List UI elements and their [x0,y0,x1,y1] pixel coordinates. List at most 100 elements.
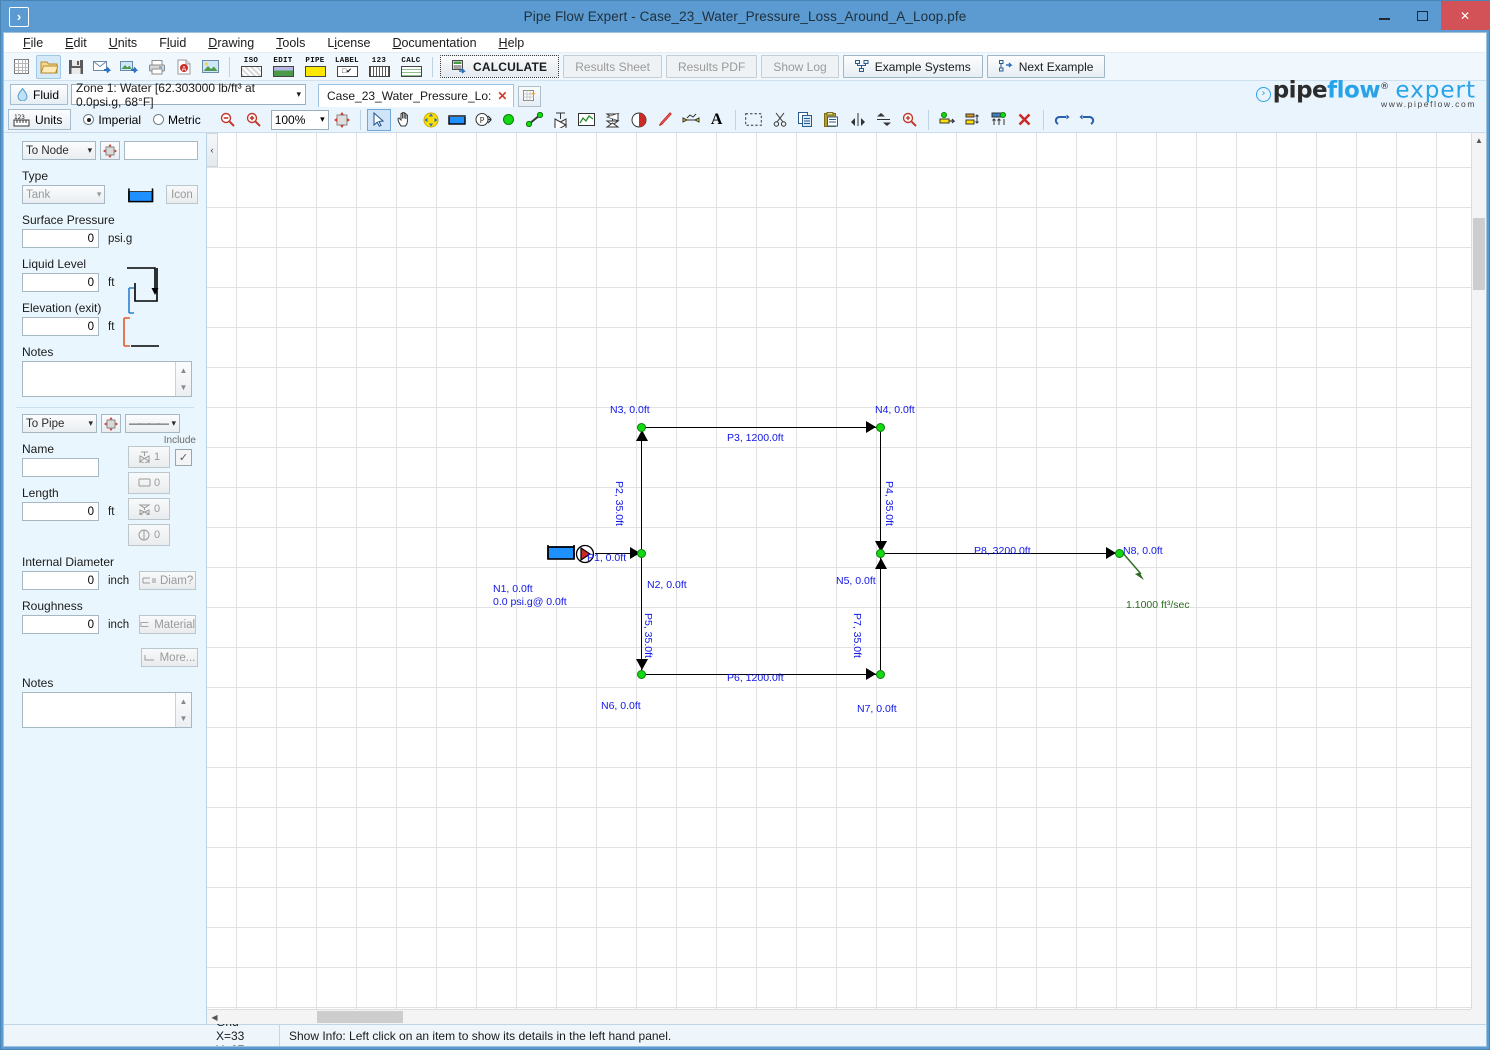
units-button[interactable]: 123 Units [8,109,72,130]
close-button[interactable]: ✕ [1441,1,1489,30]
length-input[interactable]: 0 [22,502,99,521]
more-button[interactable]: More... [141,648,198,667]
results-pdf-button[interactable]: Results PDF [665,55,758,78]
menu-drawing[interactable]: Drawing [197,34,265,52]
save-disk-icon[interactable] [63,55,88,79]
email-icon[interactable] [90,55,115,79]
align-vertical-icon[interactable] [987,109,1011,131]
pencil-icon[interactable] [653,109,677,131]
iso-icon[interactable]: ISO [237,55,265,79]
horizontal-scrollbar[interactable]: ◀ [207,1009,1471,1024]
components-counter[interactable]: 0 [128,472,170,494]
pipe-line-p2[interactable] [641,428,642,556]
node-n4[interactable] [876,423,885,432]
vertical-scrollbar[interactable]: ▲ [1471,133,1486,1009]
menu-edit[interactable]: Edit [54,34,98,52]
node-n7[interactable] [876,670,885,679]
pump-icon[interactable]: P [471,109,495,131]
node-n6[interactable] [637,670,646,679]
next-example-button[interactable]: Next Example [986,55,1106,78]
marquee-select-icon[interactable] [742,109,766,131]
flip-vertical-icon[interactable] [846,109,870,131]
menu-file[interactable]: File [12,34,54,52]
menu-tools[interactable]: Tools [265,34,316,52]
menu-license[interactable]: License [316,34,381,52]
calculate-button[interactable]: CALCULATE [440,55,560,78]
graph-icon[interactable] [575,109,599,131]
node-notes-input[interactable]: ▲ ▼ [22,361,192,397]
pipe-tool-icon[interactable] [523,109,547,131]
zoom-region-icon[interactable] [898,109,922,131]
copy-icon[interactable] [794,109,818,131]
show-log-button[interactable]: Show Log [761,55,839,78]
zoom-out-icon[interactable] [216,109,240,131]
delete-icon[interactable] [1013,109,1037,131]
document-tab[interactable]: Case_23_Water_Pressure_Lo: ✕ [318,84,515,107]
valve-icon[interactable] [549,109,573,131]
include-checkbox[interactable]: ✓ [175,448,192,466]
flip-horizontal-icon[interactable] [872,109,896,131]
maximize-button[interactable] [1403,1,1441,30]
redo-icon[interactable] [1076,109,1100,131]
node-n3[interactable] [637,423,646,432]
export-image-icon[interactable] [117,55,142,79]
print-icon[interactable] [144,55,169,79]
drawing-canvas[interactable]: N1, 0.0ft 0.0 psi.g@ 0.0ft N2, 0.0ft N3,… [207,133,1471,1009]
example-systems-button[interactable]: Example Systems [842,55,983,78]
open-folder-icon[interactable] [36,54,61,79]
gauge-icon[interactable] [627,109,651,131]
imperial-radio[interactable]: Imperial [83,113,141,127]
icon-button[interactable]: Icon [165,185,199,204]
pdf-icon[interactable]: A [171,55,196,79]
tab-close-icon[interactable]: ✕ [497,89,507,103]
pipe-notes-scroll-spinner[interactable]: ▲ ▼ [175,693,191,727]
diam-button[interactable]: Diam? [139,571,197,590]
pick-node-icon[interactable] [100,141,120,160]
label-icon[interactable]: LABEL □✔ [333,55,361,79]
fit-to-page-icon[interactable] [330,109,354,131]
node-name-input[interactable] [123,141,199,160]
pick-pipe-icon[interactable] [101,414,121,433]
minimize-button[interactable] [1365,1,1403,30]
collapse-panel-handle[interactable]: ‹ [207,133,218,167]
notes-scroll-spinner[interactable]: ▲ ▼ [175,362,191,396]
zoom-in-icon[interactable] [242,109,266,131]
metric-radio[interactable]: Metric [153,113,201,127]
roughness-input[interactable]: 0 [22,615,99,634]
menu-help[interactable]: Help [488,34,536,52]
node-type-select[interactable]: Tank ▾ [22,185,106,204]
align-horizontal-icon[interactable] [961,109,985,131]
tank-icon[interactable] [445,109,469,131]
liquid-level-input[interactable]: 0 [22,273,99,292]
menu-units[interactable]: Units [98,34,148,52]
menu-documentation[interactable]: Documentation [381,34,487,52]
fittings-counter[interactable]: 1 [128,446,170,468]
new-drawing-icon[interactable] [518,86,542,107]
flow-demand-icon[interactable] [679,109,703,131]
horizontal-scroll-thumb[interactable] [317,1011,403,1023]
elevation-input[interactable]: 0 [22,317,99,336]
numbers-icon[interactable]: 123 [365,55,393,79]
zoom-level-select[interactable]: 100% ▾ [270,109,329,130]
pipe-notes-input[interactable]: ▲ ▼ [22,692,192,728]
control-valve-icon[interactable] [601,109,625,131]
calc-icon[interactable]: CALC [397,55,425,79]
fluid-button[interactable]: Fluid [10,84,69,105]
cut-icon[interactable] [768,109,792,131]
node-n2[interactable] [637,549,646,558]
material-button[interactable]: Material [139,615,197,634]
pan-hand-icon[interactable] [393,109,417,131]
valves-counter[interactable]: 0 [128,498,170,520]
menu-fluid[interactable]: Fluid [148,34,197,52]
select-arrow-icon[interactable] [366,108,391,131]
move-node-icon[interactable] [419,109,443,131]
vertical-scroll-thumb[interactable] [1473,218,1485,290]
pipe-icon[interactable]: PIPE [301,55,329,79]
undo-icon[interactable] [1050,109,1074,131]
scroll-left-arrow[interactable]: ◀ [207,1013,222,1022]
pipe-name-input[interactable] [22,458,99,477]
results-sheet-button[interactable]: Results Sheet [563,55,662,78]
pumps-counter[interactable]: 0 [128,524,170,546]
tank-symbol-n1[interactable] [547,543,577,561]
fluid-zone-select[interactable]: Zone 1: Water [62.303000 lb/ft³ at 0.0ps… [71,81,307,109]
